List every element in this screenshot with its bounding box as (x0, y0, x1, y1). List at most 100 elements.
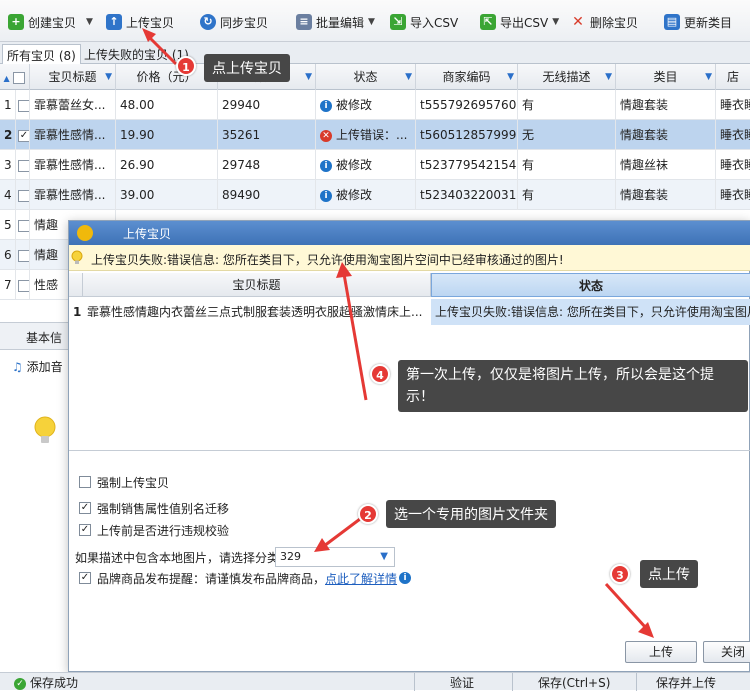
row-shop: 睡衣睡 (720, 128, 750, 142)
filter-icon[interactable]: ▼ (705, 64, 712, 90)
row-checkbox-cell[interactable] (16, 270, 30, 300)
select-all-checkbox[interactable] (13, 71, 26, 84)
row-checkbox[interactable] (18, 249, 29, 262)
row-checkbox[interactable] (18, 159, 29, 172)
create-item-button[interactable]: + 创建宝贝 ▼ (8, 10, 93, 34)
row-shop: 睡衣睡 (720, 188, 750, 202)
chevron-down-icon[interactable]: ▼ (380, 551, 388, 562)
row-price: 39.00 (116, 180, 218, 210)
column-title[interactable]: 宝贝标题 ▼ (30, 64, 116, 90)
filter-icon[interactable]: ▼ (405, 64, 412, 90)
filter-icon[interactable]: ▼ (305, 64, 312, 90)
row-title: 霏慕性感情... (30, 150, 116, 180)
violation-check-option[interactable]: ✓ 上传前是否进行违规校验 (79, 521, 229, 539)
row-category: 情趣套装 (616, 180, 716, 210)
upload-item-button[interactable]: ↑ 上传宝贝 (106, 10, 174, 34)
force-upload-checkbox[interactable] (79, 476, 91, 488)
column-wireless-desc[interactable]: 无线描述 ▼ (518, 64, 616, 90)
upload-dialog: 上传宝贝 上传宝贝失败:错误信息: 您所在类目下，只允许使用淘宝图片空间中已经审… (68, 220, 750, 672)
close-button[interactable]: 关闭 (703, 641, 750, 663)
tab-all-items[interactable]: 所有宝贝 (8) (2, 44, 81, 64)
row-title: 霏慕性感情... (30, 180, 116, 210)
chevron-down-icon[interactable]: ▼ (368, 17, 375, 27)
filter-icon[interactable]: ▼ (605, 64, 612, 90)
row-checkbox-cell[interactable] (16, 150, 30, 180)
row-status-text: 被修改 (336, 158, 373, 172)
export-csv-button[interactable]: ⇱ 导出CSV ▼ (480, 10, 559, 34)
grid-header: ▲ 宝贝标题▼ 价格（元）▼ 数量▼ 状态▼ 商家编码▼ 无线描述▼ 类目▼ 店 (0, 64, 750, 90)
row-status-text: 上传错误：... (336, 128, 408, 142)
column-price[interactable]: 价格（元）▼ (116, 64, 218, 90)
column-status[interactable]: 状态 (431, 273, 750, 297)
column-category[interactable]: 类目 ▼ (616, 64, 716, 90)
alias-migrate-checkbox[interactable]: ✓ (79, 502, 91, 514)
table-row[interactable]: 2 ✓ 霏慕性感情... 19.90 35261 ✕ 上传错误：... t5605… (0, 120, 750, 150)
delete-item-button[interactable]: ✕ 删除宝贝 (570, 10, 638, 34)
save-status: ✓ 保存成功 (14, 674, 78, 691)
row-wireless-desc: 有 (518, 180, 616, 210)
row-checkbox-checked[interactable]: ✓ (18, 129, 29, 142)
row-checkbox[interactable] (18, 189, 29, 202)
row-status: i 被修改 (316, 150, 416, 180)
import-csv-button[interactable]: ⇲ 导入CSV (390, 10, 458, 34)
update-category-button[interactable]: ▤ 更新类目 (664, 10, 732, 34)
row-merchant-code: t523403220031 (416, 180, 518, 210)
row-checkbox[interactable] (18, 219, 29, 232)
brand-reminder-checkbox[interactable]: ✓ (79, 572, 91, 584)
table-row[interactable]: 3 霏慕性感情... 26.90 29748 i 被修改 t52377954215… (0, 150, 750, 180)
column-title[interactable]: 宝贝标题 (83, 273, 431, 297)
add-audio-button[interactable]: ♫ 添加音 (12, 358, 63, 375)
filter-icon[interactable]: ▼ (507, 64, 514, 90)
row-number: 4 (0, 180, 16, 210)
save-status-text: 保存成功 (30, 676, 79, 690)
dialog-title: 上传宝贝 (123, 227, 172, 241)
violation-check-checkbox[interactable]: ✓ (79, 524, 91, 536)
info-icon: i (399, 572, 412, 584)
row-checkbox[interactable] (18, 279, 29, 292)
column-shop[interactable]: 店 (716, 64, 750, 90)
alias-migrate-option[interactable]: ✓ 强制销售属性值别名迁移 (79, 499, 229, 517)
batch-edit-button[interactable]: ≡ 批量编辑 ▼ (296, 10, 375, 34)
row-checkbox-cell[interactable]: ✓ (16, 120, 30, 150)
row-checkbox[interactable] (18, 99, 29, 112)
update-category-label: 更新类目 (684, 15, 733, 30)
verify-button[interactable]: 验证 (450, 674, 474, 691)
row-status: i 被修改 (316, 90, 416, 120)
tab-basic-info[interactable]: 基本信 (26, 329, 62, 346)
divider (414, 673, 415, 691)
chevron-down-icon[interactable]: ▼ (552, 17, 559, 27)
export-icon: ⇱ (480, 14, 496, 30)
row-price: 48.00 (116, 90, 218, 120)
column-category-label: 类目 (653, 70, 678, 84)
force-upload-option[interactable]: 强制上传宝贝 (79, 473, 169, 491)
table-row[interactable]: 1 霏慕蕾丝女... 48.00 29940 i 被修改 t55579269576… (0, 90, 750, 120)
filter-icon[interactable]: ▼ (105, 64, 112, 90)
image-category-select[interactable]: 329 ▼ (275, 547, 395, 567)
save-button[interactable]: 保存(Ctrl+S) (538, 674, 610, 691)
edit-icon: ≡ (296, 14, 312, 30)
row-checkbox-cell[interactable] (16, 210, 30, 240)
row-checkbox-cell[interactable] (16, 90, 30, 120)
select-all-header[interactable]: ▲ (0, 64, 30, 90)
table-row[interactable]: 1 霏慕性感情趣内衣蕾丝三点式制服套装透明衣服超骚激情床上... 上传宝贝失败:… (69, 299, 750, 325)
brand-details-link[interactable]: 点此了解详情 (325, 570, 397, 587)
column-merchant-code[interactable]: 商家编码 ▼ (416, 64, 518, 90)
callout-step-2: 选一个专用的图片文件夹 (386, 500, 556, 528)
sync-item-label: 同步宝贝 (220, 15, 269, 30)
column-status[interactable]: 状态 ▼ (316, 64, 416, 90)
row-checkbox-cell[interactable] (16, 180, 30, 210)
brand-reminder-option[interactable]: ✓ 品牌商品发布提醒：请谨慎发布品牌商品， 点此了解详情 i (79, 569, 415, 587)
sync-item-button[interactable]: ↻ 同步宝贝 (200, 10, 268, 34)
export-csv-label: 导出CSV (500, 15, 549, 30)
save-and-upload-button[interactable]: 保存并上传 (656, 674, 716, 691)
table-row[interactable]: 4 霏慕性感情... 39.00 89490 i 被修改 t52340322003… (0, 180, 750, 210)
sync-icon: ↻ (200, 14, 216, 30)
upload-button[interactable]: 上传 (625, 641, 697, 663)
column-wireless-desc-label: 无线描述 (542, 70, 591, 84)
chevron-down-icon[interactable]: ▼ (86, 17, 93, 27)
row-category: 情趣套装 (616, 90, 716, 120)
row-status: ✕ 上传错误：... (316, 120, 416, 150)
item-tabs: 所有宝贝 (8) 上传失败的宝贝 (1) (0, 42, 750, 64)
row-checkbox-cell[interactable] (16, 240, 30, 270)
dialog-title-bar[interactable]: 上传宝贝 (69, 221, 750, 245)
